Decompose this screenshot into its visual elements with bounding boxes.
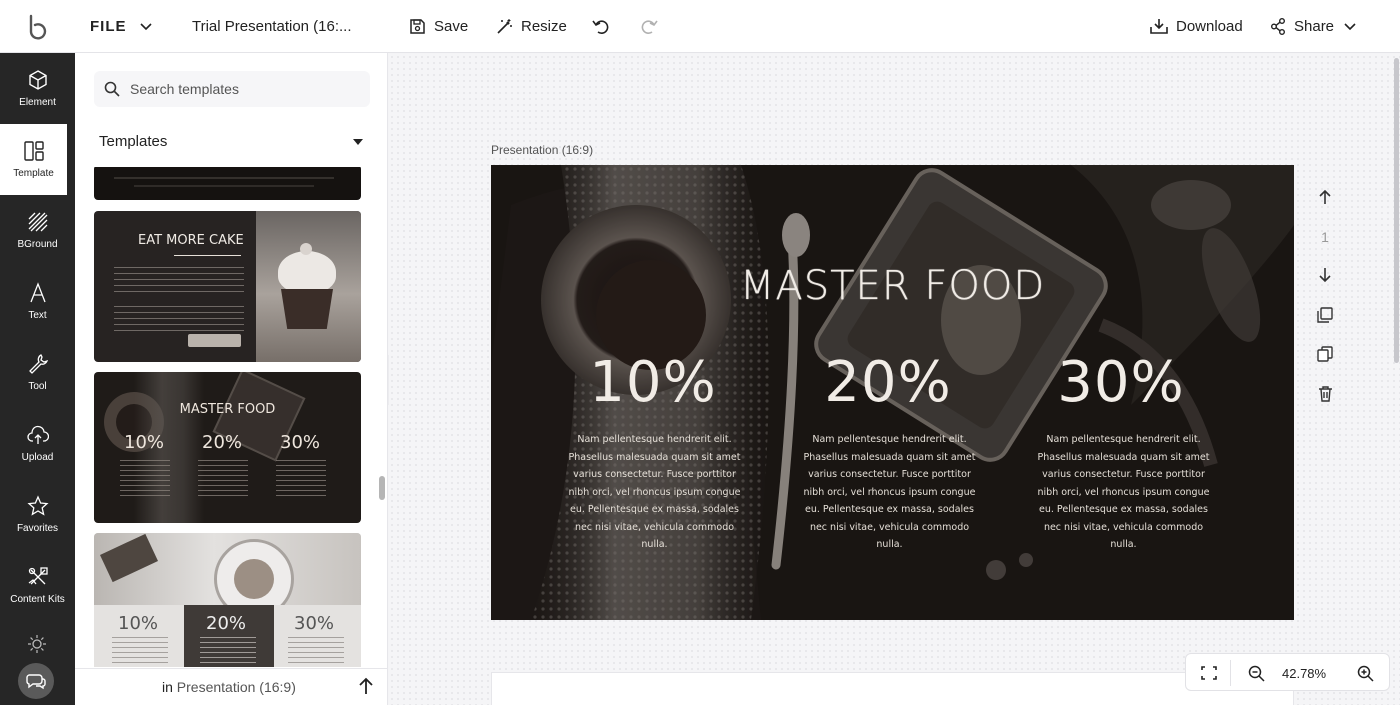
scope-label: in Presentation (16:9) (162, 679, 296, 695)
rail-label: BGround (17, 239, 58, 250)
rail-item-text[interactable]: Text (0, 266, 75, 337)
document-title[interactable]: Trial Presentation (16:... (192, 0, 352, 53)
share-icon (1271, 18, 1285, 35)
rail-label: Template (13, 168, 54, 179)
next-slide-preview[interactable] (491, 672, 1294, 705)
resize-button[interactable]: Resize (496, 0, 567, 53)
share-label: Share (1294, 18, 1335, 35)
zoom-level[interactable]: 42.78% (1282, 654, 1326, 692)
chevron-down-icon[interactable] (140, 0, 152, 53)
canvas-scrollbar[interactable] (1394, 58, 1399, 363)
zoom-in-icon[interactable] (1351, 654, 1379, 692)
move-down-icon[interactable] (1310, 263, 1340, 287)
page-number: 1 (1321, 229, 1329, 245)
rail-label: Upload (21, 452, 54, 463)
template-thumb[interactable]: EAT MORE CAKE (94, 211, 361, 362)
rail-item-tool[interactable]: Tool (0, 337, 75, 408)
slide-body-1[interactable]: Nam pellentesque hendrerit elit. Phasell… (567, 431, 742, 554)
download-label: Download (1176, 18, 1243, 35)
rail-label: Text (28, 310, 47, 321)
slide-body-2[interactable]: Nam pellentesque hendrerit elit. Phasell… (802, 431, 977, 554)
slide-percent-1[interactable]: 10% (533, 350, 773, 415)
search-input[interactable] (130, 81, 350, 97)
left-rail: Element Template BGround Text Tool Uploa… (0, 53, 75, 705)
thumb-pct: 10% (118, 613, 159, 634)
b-logo-icon[interactable] (22, 0, 52, 53)
cloud-upload-icon (26, 425, 49, 444)
rail-item-bground[interactable]: BGround (0, 195, 75, 266)
templates-heading: Templates (99, 133, 168, 150)
slide-title[interactable]: MASTER FOOD (491, 263, 1294, 309)
slide-percent-3[interactable]: 30% (1001, 350, 1241, 415)
search-icon (104, 81, 120, 97)
thumb-pct: 30% (280, 432, 321, 453)
arrow-up-icon[interactable] (358, 677, 374, 698)
slide-label: Presentation (16:9) (491, 143, 594, 157)
scope-value[interactable]: Presentation (16:9) (177, 679, 296, 695)
template-list[interactable]: EAT MORE CAKE MASTER FOOD 10% 20% 30% 10… (94, 167, 362, 667)
text-a-icon (29, 282, 46, 303)
rail-item-content-kits[interactable]: Content Kits (0, 550, 75, 621)
save-button[interactable]: Save (409, 0, 468, 53)
thumb-pct: 20% (202, 432, 243, 453)
move-up-icon[interactable] (1310, 185, 1340, 209)
template-thumb[interactable]: 10% 20% 30% (94, 533, 361, 667)
thumb-pct: 20% (206, 613, 247, 634)
zoom-out-icon[interactable] (1242, 654, 1270, 692)
thumb-pct: 30% (294, 613, 335, 634)
slide-percent-2[interactable]: 20% (768, 350, 1008, 415)
divider (1230, 660, 1231, 686)
wrench-icon (28, 354, 48, 374)
thumb-title: MASTER FOOD (179, 402, 276, 417)
duplicate-page-icon[interactable] (1310, 342, 1340, 366)
save-icon (410, 19, 425, 34)
download-icon (1150, 19, 1168, 34)
panel-scrollbar[interactable] (379, 476, 385, 500)
slide-canvas[interactable]: MASTER FOOD 10% 20% 30% Nam pellentesque… (491, 165, 1294, 620)
top-bar: FILE Trial Presentation (16:... Save Res… (0, 0, 1400, 53)
thumb-pct: 10% (124, 432, 165, 453)
scope-prefix: in (162, 679, 173, 695)
redo-icon[interactable] (640, 0, 658, 53)
add-page-icon[interactable] (1310, 303, 1340, 327)
trash-icon[interactable] (1310, 382, 1340, 406)
share-button[interactable]: Share (1270, 0, 1334, 53)
undo-icon[interactable] (592, 0, 610, 53)
rail-item-element[interactable]: Element (0, 53, 75, 124)
magic-wand-icon (497, 19, 512, 34)
template-thumb[interactable] (94, 167, 361, 200)
star-icon (26, 495, 49, 516)
template-icon (23, 141, 44, 161)
rail-label: Favorites (16, 523, 59, 534)
chat-bubble-icon[interactable] (18, 663, 54, 699)
zoom-controls: 42.78% (1185, 653, 1390, 691)
sun-icon[interactable] (26, 633, 48, 655)
templates-panel: Templates EAT MORE CAKE MAST (75, 53, 388, 705)
panel-footer: in Presentation (16:9) (75, 668, 388, 705)
hatch-icon (28, 212, 47, 232)
kits-icon (28, 567, 48, 585)
caret-down-icon[interactable] (353, 139, 363, 145)
thumb-title: EAT MORE CAKE (138, 233, 244, 248)
save-label: Save (434, 18, 469, 35)
rail-item-upload[interactable]: Upload (0, 408, 75, 479)
fit-screen-icon[interactable] (1194, 654, 1224, 692)
rail-label: Element (19, 97, 56, 108)
cupcake-image (256, 211, 361, 362)
template-thumb-selected[interactable]: MASTER FOOD 10% 20% 30% (94, 372, 361, 523)
rail-item-favorites[interactable]: Favorites (0, 479, 75, 550)
rail-label: Content Kits (10, 594, 65, 605)
resize-label: Resize (521, 18, 567, 35)
download-button[interactable]: Download (1150, 0, 1243, 53)
file-menu[interactable]: FILE (90, 0, 127, 53)
search-box[interactable] (94, 71, 370, 107)
rail-label: Tool (28, 381, 47, 392)
rail-item-template[interactable]: Template (0, 124, 67, 195)
chevron-down-icon[interactable] (1344, 0, 1356, 53)
slide-body-3[interactable]: Nam pellentesque hendrerit elit. Phasell… (1036, 431, 1211, 554)
cube-icon (28, 70, 47, 90)
